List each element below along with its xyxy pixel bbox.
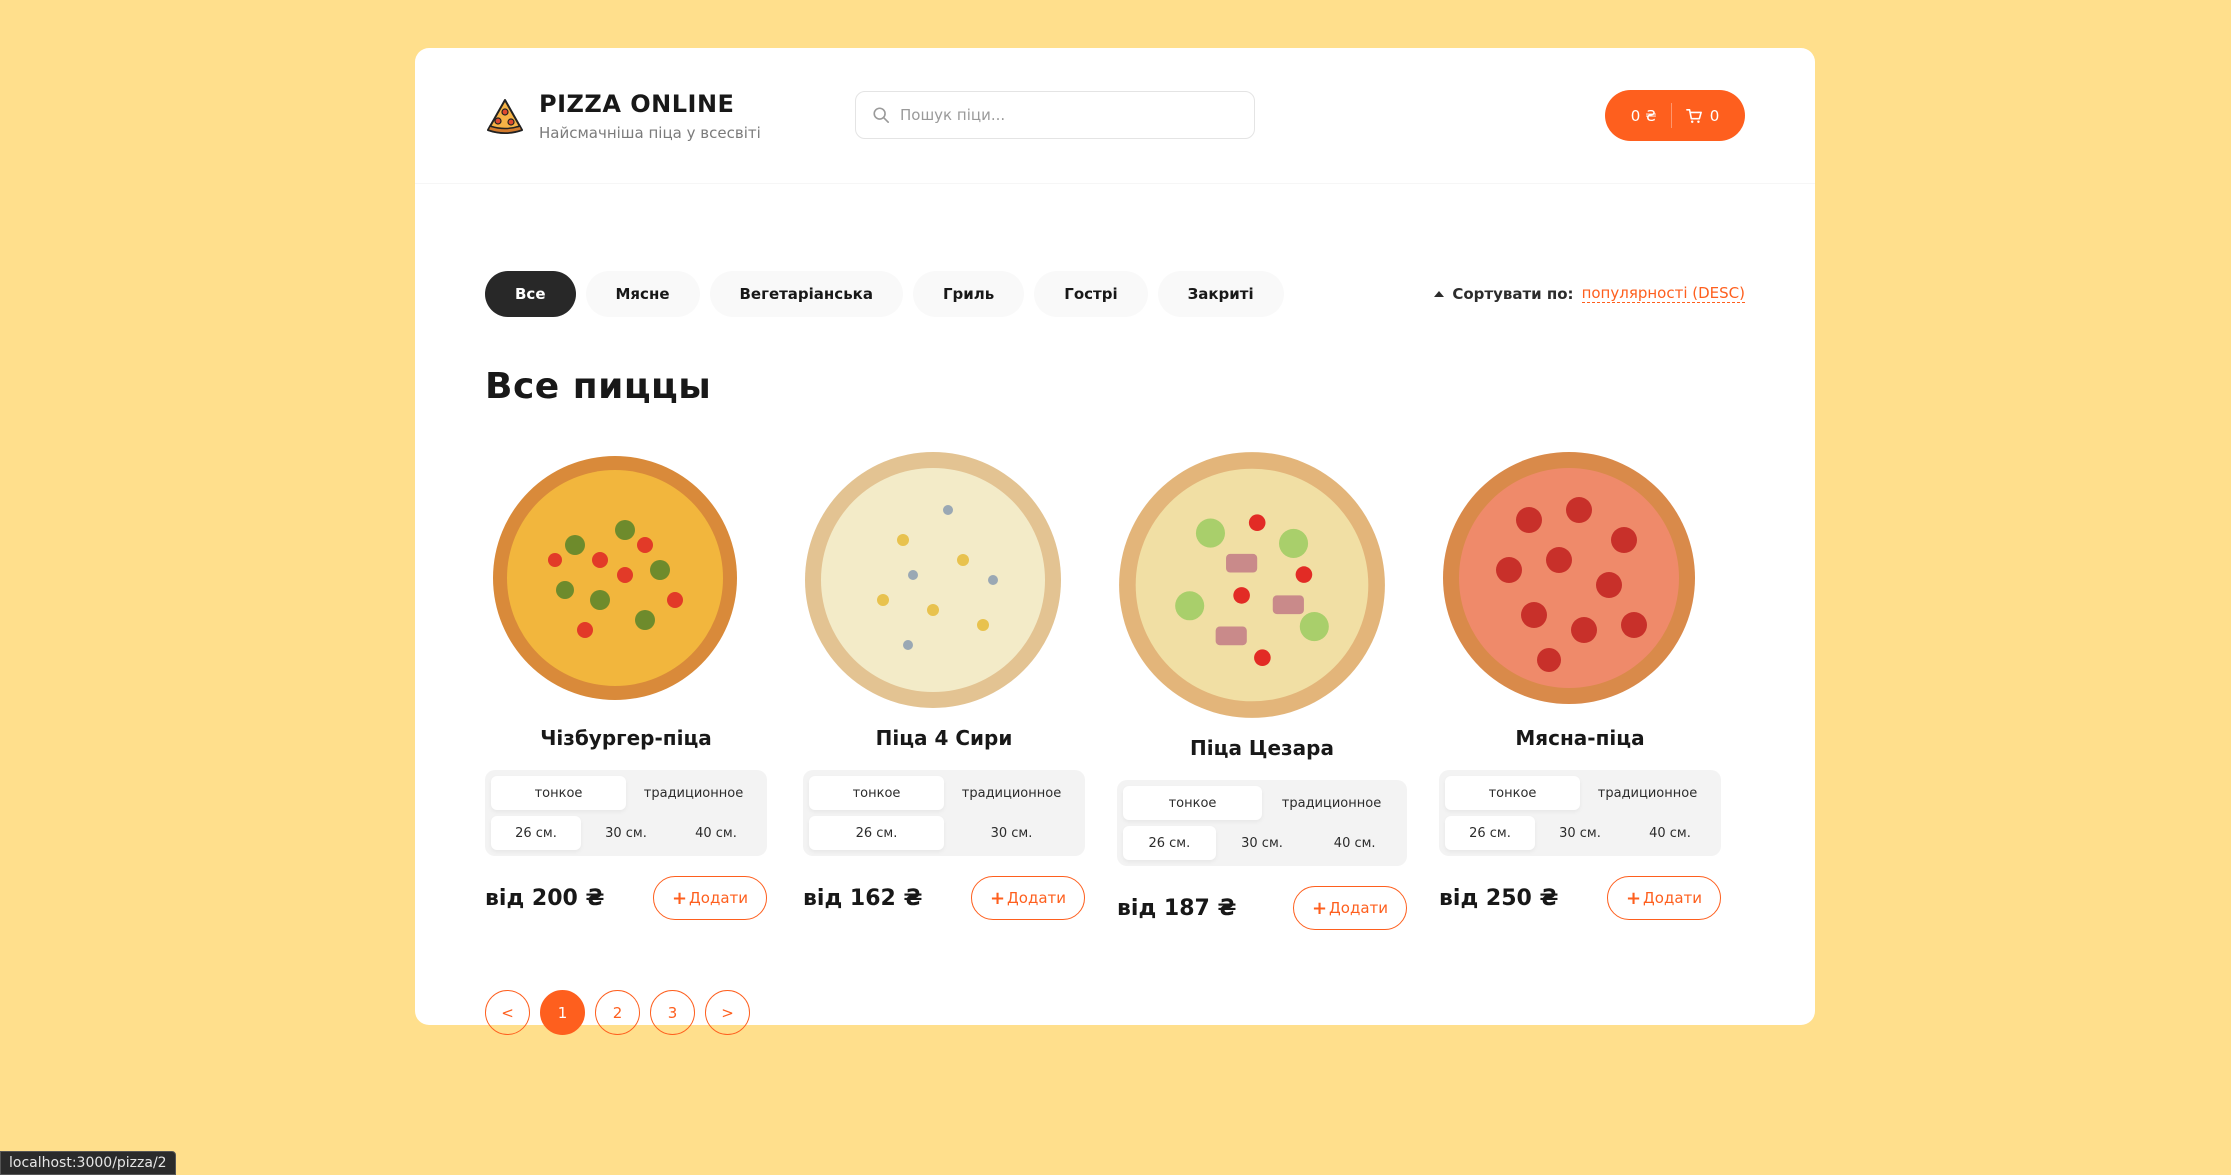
main-container: PIZZA ONLINE Найсмачніша піца у всесвіті… — [415, 48, 1815, 1035]
app-title: PIZZA ONLINE — [539, 90, 735, 118]
next-page-button[interactable]: > — [705, 990, 750, 1035]
category-all[interactable]: Все — [485, 271, 576, 317]
size-40[interactable]: 40 см. — [671, 816, 761, 850]
pizza-options: тонкое традиционное 26 см. 30 см. 40 см. — [1439, 770, 1721, 856]
category-vegetarian[interactable]: Вегетаріанська — [709, 271, 903, 317]
cart-icon — [1685, 108, 1702, 123]
size-30[interactable]: 30 см. — [1216, 826, 1309, 860]
add-label: Додати — [689, 889, 748, 907]
size-26[interactable]: 26 см. — [1445, 816, 1535, 850]
search-input[interactable] — [900, 106, 1230, 124]
plus-icon: + — [1311, 897, 1328, 919]
add-to-cart-button[interactable]: + Додати — [1292, 886, 1407, 930]
logo[interactable]: PIZZA ONLINE Найсмачніша піца у всесвіті — [485, 90, 761, 142]
plus-icon: + — [989, 887, 1006, 909]
size-40[interactable]: 40 см. — [1308, 826, 1401, 860]
dough-type-traditional[interactable]: традиционное — [1580, 776, 1715, 810]
size-30[interactable]: 30 см. — [581, 816, 671, 850]
size-26[interactable]: 26 см. — [1123, 826, 1216, 860]
pizza-name: Чізбургер-піца — [540, 726, 712, 750]
header: PIZZA ONLINE Найсмачніша піца у всесвіті… — [415, 48, 1815, 184]
cart-button[interactable]: 0 ₴ 0 — [1605, 90, 1745, 141]
sort-direction-icon[interactable] — [1434, 290, 1445, 297]
size-26[interactable]: 26 см. — [809, 816, 944, 850]
add-to-cart-button[interactable]: + Додати — [652, 876, 767, 920]
app-subtitle: Найсмачніша піца у всесвіті — [539, 124, 761, 142]
plus-icon: + — [1625, 887, 1642, 909]
page-button-3[interactable]: 3 — [650, 990, 695, 1035]
add-to-cart-button[interactable]: + Додати — [970, 876, 1085, 920]
search-box — [855, 91, 1255, 139]
add-label: Додати — [1643, 889, 1702, 907]
pizza-image-cheeseburger[interactable] — [485, 450, 745, 710]
pagination: < 1 2 3 > — [485, 990, 760, 1035]
pizza-card: Чізбургер-піца тонкое традиционное 26 см… — [485, 450, 767, 920]
pizza-image-caesar[interactable] — [1117, 450, 1387, 720]
dough-type-traditional[interactable]: традиционное — [944, 776, 1079, 810]
search-icon — [873, 107, 890, 124]
page-button-1[interactable]: 1 — [540, 990, 585, 1035]
sort-control: Сортувати по: популярності (DESC) — [1434, 284, 1745, 303]
pizza-options: тонкое традиционное 26 см. 30 см. 40 см. — [485, 770, 767, 856]
add-label: Додати — [1007, 889, 1066, 907]
category-spicy[interactable]: Гострі — [1034, 271, 1148, 317]
category-meat[interactable]: Мясне — [585, 271, 700, 317]
dough-type-thin[interactable]: тонкое — [1123, 786, 1262, 820]
pizza-image-four-cheese[interactable] — [803, 450, 1063, 710]
page-title: Все пиццы — [485, 366, 712, 407]
pizza-card: Піца Цезара тонкое традиционное 26 см. 3… — [1117, 450, 1407, 930]
page-button-2[interactable]: 2 — [595, 990, 640, 1035]
pizza-slice-icon — [486, 99, 524, 134]
add-label: Додати — [1329, 899, 1388, 917]
dough-type-thin[interactable]: тонкое — [809, 776, 944, 810]
pizza-price: від 200 ₴ — [485, 885, 605, 911]
plus-icon: + — [671, 887, 688, 909]
pizza-price: від 250 ₴ — [1439, 885, 1559, 911]
dough-type-traditional[interactable]: традиционное — [1262, 786, 1401, 820]
pizza-name: Піца 4 Сири — [875, 726, 1013, 750]
pizza-price: від 162 ₴ — [803, 885, 923, 911]
sort-label: Сортувати по: — [1452, 284, 1574, 303]
categories: Все Мясне Вегетаріанська Гриль Гострі За… — [485, 271, 1294, 317]
size-26[interactable]: 26 см. — [491, 816, 581, 850]
pizza-image-meat[interactable] — [1439, 450, 1699, 710]
category-closed[interactable]: Закриті — [1157, 271, 1284, 317]
sort-value[interactable]: популярності (DESC) — [1581, 284, 1745, 303]
pizza-name: Мясна-піца — [1515, 726, 1645, 750]
size-30[interactable]: 30 см. — [944, 816, 1079, 850]
add-to-cart-button[interactable]: + Додати — [1606, 876, 1721, 920]
pizza-name: Піца Цезара — [1190, 736, 1334, 760]
pizza-grid: Чізбургер-піца тонкое традиционное 26 см… — [485, 450, 1745, 930]
cart-divider — [1670, 103, 1672, 128]
prev-page-button[interactable]: < — [485, 990, 530, 1035]
dough-type-thin[interactable]: тонкое — [1445, 776, 1580, 810]
size-30[interactable]: 30 см. — [1535, 816, 1625, 850]
category-grill[interactable]: Гриль — [912, 271, 1025, 317]
dough-type-thin[interactable]: тонкое — [491, 776, 626, 810]
cart-count: 0 — [1709, 106, 1720, 125]
pizza-price: від 187 ₴ — [1117, 895, 1237, 921]
pizza-card: Піца 4 Сири тонкое традиционное 26 см. 3… — [803, 450, 1085, 920]
cart-total-price: 0 ₴ — [1630, 106, 1657, 125]
dough-type-traditional[interactable]: традиционное — [626, 776, 761, 810]
pizza-options: тонкое традиционное 26 см. 30 см. 40 см. — [1117, 780, 1407, 866]
size-40[interactable]: 40 см. — [1625, 816, 1715, 850]
pizza-options: тонкое традиционное 26 см. 30 см. — [803, 770, 1085, 856]
browser-status-url: localhost:3000/pizza/2 — [0, 1151, 176, 1175]
pizza-card: Мясна-піца тонкое традиционное 26 см. 30… — [1439, 450, 1721, 920]
